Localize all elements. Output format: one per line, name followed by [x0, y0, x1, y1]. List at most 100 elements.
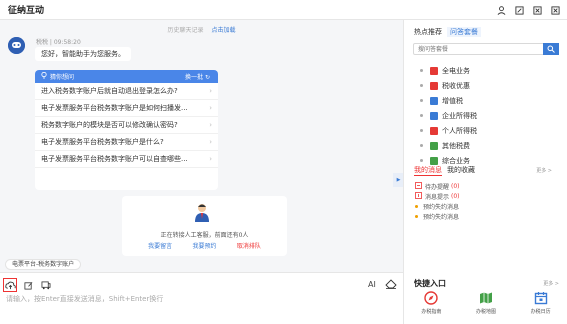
topic-icon — [430, 111, 438, 120]
chevron-right-icon: › — [209, 138, 212, 146]
status-dot — [415, 214, 418, 218]
question-text: 税务数字账户的模块是否可以修改确认密码? — [41, 121, 178, 129]
close-window-icon[interactable] — [549, 4, 561, 16]
tab-my-favorites[interactable]: 我的收藏 — [447, 165, 475, 176]
tab-hot-recommend[interactable]: 热点推荐 — [414, 27, 442, 37]
app-title: 征纳互动 — [8, 6, 45, 16]
question-item[interactable]: 电子发票服务平台税务数字账户可以自查哪些... › — [35, 151, 218, 168]
agent-transfer-card: 正在转接人工客服，前面还有0人 我要留言 我要预约 取消排队 — [122, 196, 287, 256]
bot-message-meta: 税税 | 09:58:20 — [36, 39, 81, 46]
user-icon[interactable] — [495, 4, 507, 16]
cancel-queue-link[interactable]: 取消排队 — [237, 241, 261, 250]
status-dot — [415, 204, 418, 208]
message-label: 消息提示 — [425, 193, 450, 201]
question-item[interactable]: 电子发票服务平台税务数字账户是如何扫播发... › — [35, 100, 218, 117]
refresh-questions-button[interactable]: 换一批 ↻ — [185, 72, 210, 81]
leave-message-link[interactable]: 我要留言 — [148, 241, 172, 250]
cloud-upload-icon[interactable] — [3, 278, 17, 292]
minimize-window-icon[interactable] — [513, 4, 525, 16]
todo-icon — [415, 181, 422, 191]
quick-more-link[interactable]: 更多 > — [543, 280, 559, 287]
search-button[interactable] — [543, 43, 559, 55]
topic-item[interactable]: 全电业务 — [420, 63, 477, 78]
topic-list: 全电业务 税收优惠 增值税 企业所得税 个人所得税 其他税费 综合业务 — [420, 63, 477, 168]
bullet-dot — [420, 84, 423, 87]
chevron-right-icon: › — [209, 104, 212, 112]
input-area: AI 请输入，按Enter直接发送消息，Shift+Enter换行 — [0, 272, 403, 324]
message-count: (0) — [451, 182, 460, 190]
quick-item-label: 办税指南 — [421, 309, 442, 315]
window-controls — [495, 4, 561, 16]
topic-item[interactable]: 企业所得税 — [420, 108, 477, 123]
eraser-icon[interactable] — [385, 279, 397, 291]
tab-my-messages[interactable]: 我的消息 — [414, 165, 442, 176]
suggested-questions-header: 猜你想问 换一批 ↻ — [35, 70, 218, 83]
make-appointment-link[interactable]: 我要预约 — [192, 241, 216, 250]
agent-actions: 我要留言 我要预约 取消排队 — [122, 241, 287, 250]
quick-entry-list: 办税指南 办税地图 办税日历 — [404, 291, 567, 315]
topic-icon — [430, 141, 438, 150]
bus-icon[interactable] — [39, 278, 53, 292]
topic-label: 企业所得税 — [442, 111, 477, 120]
message-item[interactable]: 待办提醒 (0) — [415, 181, 460, 191]
ai-assist-button[interactable]: AI — [368, 280, 376, 289]
message-item[interactable]: 消息提示 (0) — [415, 191, 460, 201]
title-bar: 征纳互动 — [0, 0, 567, 20]
question-text: 电子发票服务平台税务数字账户可以自查哪些... — [41, 155, 188, 163]
history-label: 历史聊天记录 — [167, 27, 204, 34]
tab-qa-package[interactable]: 问答套餐 — [447, 27, 481, 37]
qa-search-input[interactable] — [414, 44, 534, 54]
chat-panel: 历史聊天记录 点击加载 税税 | 09:58:20 您好，智能助手为您服务。 猜… — [0, 20, 403, 324]
quick-item-tax-guide[interactable]: 办税指南 — [421, 291, 441, 315]
quick-item-tax-calendar[interactable]: 办税日历 — [531, 291, 551, 315]
right-sidebar: 热点推荐 问答套餐 全电业务 税收优惠 增值税 企业所得税 个人所得税 其他税费… — [403, 20, 567, 324]
message-item[interactable]: 预约失约消息 — [415, 201, 460, 211]
input-toolbar — [3, 278, 53, 292]
bulb-icon — [41, 71, 47, 81]
message-label: 预约失约消息 — [423, 203, 460, 211]
context-tag[interactable]: 电票平台-税务数字账户 — [5, 259, 82, 270]
refresh-icon: ↻ — [204, 74, 210, 81]
suggested-questions-title: 猜你想问 — [50, 74, 75, 81]
message-item[interactable]: 预约失约消息 — [415, 211, 460, 221]
bullet-dot — [420, 159, 423, 162]
refresh-label: 换一批 — [185, 74, 204, 81]
topic-label: 全电业务 — [442, 66, 470, 75]
bullet-dot — [420, 99, 423, 102]
edit-icon[interactable] — [21, 278, 35, 292]
topic-icon — [430, 81, 438, 90]
messages-more-link[interactable]: 更多 > — [536, 167, 552, 174]
sidebar-tabs: 热点推荐 问答套餐 — [414, 27, 481, 37]
topic-item[interactable]: 其他税费 — [420, 138, 477, 153]
load-history-link[interactable]: 点击加载 — [211, 27, 235, 34]
question-item[interactable]: 进入税务数字账户后就自动退出登录怎么办? › — [35, 83, 218, 100]
message-input[interactable]: 请输入，按Enter直接发送消息，Shift+Enter换行 — [6, 294, 163, 304]
compass-icon — [424, 291, 439, 305]
bot-avatar — [8, 37, 25, 54]
question-item[interactable]: 电子发票服务平台税务数字账户是什么? › — [35, 134, 218, 151]
topic-item[interactable]: 增值税 — [420, 93, 477, 108]
map-icon — [479, 292, 492, 304]
topic-item[interactable]: 税收优惠 — [420, 78, 477, 93]
calendar-icon — [534, 292, 547, 305]
bullet-dot — [420, 114, 423, 117]
topic-label: 税收优惠 — [442, 81, 470, 90]
question-text: 进入税务数字账户后就自动退出登录怎么办? — [41, 87, 178, 95]
quick-item-label: 办税地图 — [475, 309, 496, 315]
message-label: 预约失约消息 — [423, 213, 460, 221]
quick-entry-title: 快捷入口 — [414, 279, 446, 288]
agent-avatar-icon — [194, 203, 210, 223]
question-text: 电子发票服务平台税务数字账户是如何扫播发... — [41, 104, 188, 112]
suggested-questions-card: 猜你想问 换一批 ↻ 进入税务数字账户后就自动退出登录怎么办? › 电子发票服务平… — [35, 70, 218, 190]
quick-item-tax-map[interactable]: 办税地图 — [476, 291, 496, 315]
quick-item-label: 办税日历 — [530, 309, 551, 315]
topic-item[interactable]: 个人所得税 — [420, 123, 477, 138]
search-icon — [547, 45, 555, 53]
maximize-window-icon[interactable] — [531, 4, 543, 16]
message-count: (0) — [451, 192, 460, 200]
topic-label: 个人所得税 — [442, 126, 477, 135]
topic-label: 综合业务 — [442, 156, 470, 165]
question-item[interactable]: 税务数字账户的模块是否可以修改确认密码? › — [35, 117, 218, 134]
chevron-right-icon: › — [209, 155, 212, 163]
qa-search-box — [413, 43, 559, 55]
